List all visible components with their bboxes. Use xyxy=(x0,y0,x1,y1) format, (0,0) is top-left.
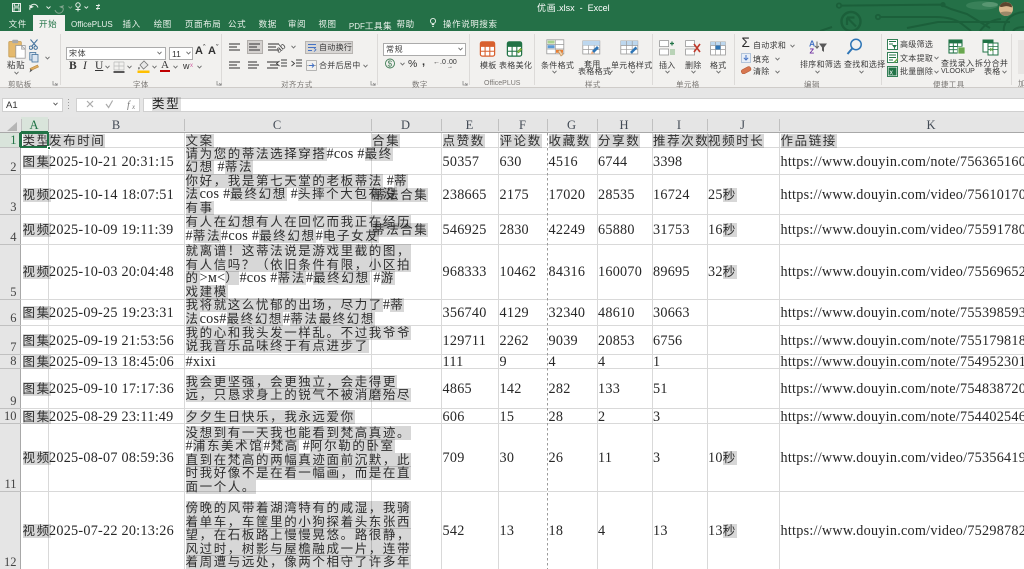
svg-text:x: x xyxy=(190,63,193,69)
svg-text:Z: Z xyxy=(810,47,815,56)
svg-text:ab: ab xyxy=(277,41,288,53)
svg-text:w: w xyxy=(183,61,190,71)
svg-text:f: f xyxy=(127,100,131,110)
svg-text:x: x xyxy=(890,69,894,76)
svg-text:x: x xyxy=(131,103,136,110)
svg-text:$: $ xyxy=(388,59,393,68)
